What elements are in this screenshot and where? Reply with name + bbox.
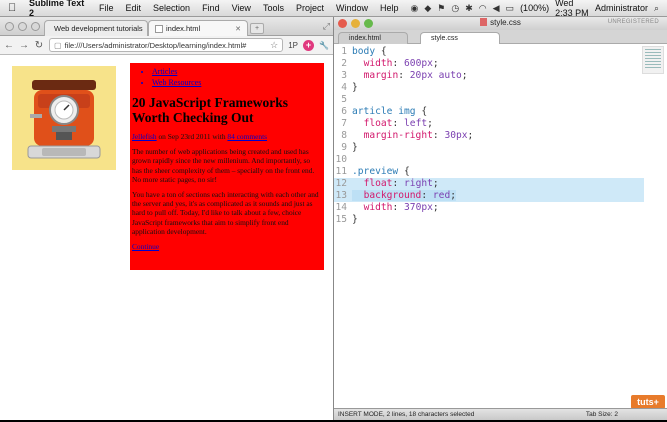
menu-file[interactable]: File <box>99 3 114 13</box>
time-machine-icon[interactable]: ◷ <box>451 3 459 14</box>
browser-window: Web development tutorials ✕ index.html ✕… <box>0 17 333 420</box>
status-bar: INSERT MODE, 2 lines, 18 characters sele… <box>334 408 667 420</box>
bluetooth-icon[interactable]: ✱ <box>465 3 473 14</box>
espresso-machine-image <box>12 66 116 170</box>
author-link[interactable]: Jellefish <box>132 132 157 141</box>
code-line[interactable]: 5 <box>334 94 644 106</box>
reload-icon[interactable]: ↻ <box>34 40 44 51</box>
tab-close-icon[interactable]: ✕ <box>231 25 241 33</box>
espresso-machine-icon <box>27 80 101 159</box>
menu-tools[interactable]: Tools <box>263 3 284 13</box>
nav-list: Articles Web Resources <box>152 66 324 88</box>
spotlight-icon[interactable]: ⌕ <box>654 3 659 14</box>
browser-tab-bar: Web development tutorials ✕ index.html ✕… <box>0 17 333 36</box>
page-viewport: Articles Web Resources 20 JavaScript Fra… <box>0 56 333 420</box>
editor-tab-bar: index.html style.css <box>334 30 667 44</box>
code-line[interactable]: 4} <box>334 82 644 94</box>
more-paragraph: Continue <box>132 242 321 251</box>
menu-selection[interactable]: Selection <box>153 3 190 13</box>
unregistered-label: UNREGISTERED <box>607 19 659 25</box>
window-controls <box>5 22 40 31</box>
close-window-icon[interactable] <box>5 22 14 31</box>
apple-icon[interactable]:  <box>8 2 21 14</box>
flag-icon[interactable]: ⚑ <box>437 3 445 14</box>
code-line[interactable]: 8 margin-right: 30px; <box>334 130 644 142</box>
back-icon[interactable]: ← <box>4 40 14 51</box>
nav-link-web-resources[interactable]: Web Resources <box>152 77 324 88</box>
browser-tab-index[interactable]: index.html ✕ <box>148 20 248 36</box>
page-icon: ▢ <box>54 40 62 50</box>
byline-text: on Sep 23rd 2011 with <box>156 132 228 141</box>
wrench-icon[interactable]: 🔧 <box>319 41 329 50</box>
browser-tab-tutorials[interactable]: Web development tutorials ✕ <box>44 20 148 36</box>
code-line[interactable]: 10 <box>334 154 644 166</box>
battery-percent: (100%) <box>520 3 550 13</box>
code-line[interactable]: 15} <box>334 214 644 226</box>
battery-icon[interactable]: ▭ <box>506 3 515 14</box>
menu-window[interactable]: Window <box>336 3 368 13</box>
status-text: INSERT MODE, 2 lines, 18 characters sele… <box>338 411 475 418</box>
article-heading: 20 JavaScript Frameworks Worth Checking … <box>132 95 288 125</box>
extension-plus-icon[interactable]: + <box>303 39 315 51</box>
code-line[interactable]: 11 .preview { <box>334 166 644 178</box>
menu-edit[interactable]: Edit <box>126 3 142 13</box>
code-editor[interactable]: 1 body { 2 width: 600px; 3 margin: 20px a… <box>334 44 667 408</box>
user-menu[interactable]: Administrator <box>595 3 648 13</box>
article-paragraph-1: The number of web applications being cre… <box>132 147 315 184</box>
menu-project[interactable]: Project <box>296 3 324 13</box>
tab-label: index.html <box>166 24 201 33</box>
tab-size-selector[interactable]: Tab Size: 2 <box>586 411 618 418</box>
forward-icon[interactable]: → <box>19 40 29 51</box>
menu-help[interactable]: Help <box>380 3 399 13</box>
minimize-window-icon[interactable] <box>18 22 27 31</box>
code-line[interactable]: 6 article img { <box>334 106 644 118</box>
editor-tab-style[interactable]: style.css <box>420 32 500 44</box>
browser-toolbar: ← → ↻ ▢ file:///Users/administrator/Desk… <box>0 36 333 55</box>
css-file-icon <box>480 18 488 26</box>
article-preview: Articles Web Resources 20 JavaScript Fra… <box>130 63 324 270</box>
minimap[interactable] <box>642 46 664 74</box>
article-paragraph-2: You have a ton of sections each interact… <box>132 190 319 236</box>
editor-tab-index[interactable]: index.html <box>338 32 408 44</box>
menubar:  Sublime Text 2 File Edit Selection Fin… <box>0 0 667 18</box>
window-title-text: style.css <box>490 18 521 27</box>
tuts-plus-logo: tuts+ <box>631 395 665 409</box>
menu-view[interactable]: View <box>232 3 251 13</box>
article-byline: Jellefish on Sep 23rd 2011 with 84 comme… <box>132 132 321 141</box>
address-bar[interactable]: ▢ file:///Users/administrator/Desktop/le… <box>49 38 284 52</box>
bookmark-star-icon[interactable]: ☆ <box>270 40 278 51</box>
code-line-selected[interactable]: 12 float: right; <box>334 178 644 190</box>
code-line[interactable]: 1 body { <box>334 46 644 58</box>
continue-link[interactable]: Continue <box>132 242 159 251</box>
new-tab-button[interactable]: + <box>250 23 264 34</box>
zoom-window-icon[interactable] <box>31 22 40 31</box>
dropbox-icon[interactable]: ◆ <box>424 3 431 14</box>
menu-find[interactable]: Find <box>202 3 220 13</box>
code-line[interactable]: 9} <box>334 142 644 154</box>
code-line[interactable]: 7 float: left; <box>334 118 644 130</box>
app-name-menu[interactable]: Sublime Text 2 <box>29 0 87 18</box>
page-icon <box>155 24 163 33</box>
status-tray: ◉ ◆ ⚑ ◷ ✱ ◠ ◀ ▭ (100%) Wed 2:33 PM Admin… <box>411 0 660 18</box>
url-text: file:///Users/administrator/Desktop/lear… <box>64 40 247 50</box>
clock[interactable]: Wed 2:33 PM <box>555 0 589 18</box>
code-line[interactable]: 2 width: 600px; <box>334 58 644 70</box>
onepassword-button[interactable]: 1P <box>288 41 298 50</box>
eye-icon[interactable]: ◉ <box>411 3 419 14</box>
wifi-icon[interactable]: ◠ <box>479 3 487 14</box>
code-line[interactable]: 14 width: 370px; <box>334 202 644 214</box>
comments-link[interactable]: 84 comments <box>227 132 267 141</box>
sublime-titlebar: style.css UNREGISTERED <box>334 17 667 30</box>
volume-icon[interactable]: ◀ <box>493 3 500 14</box>
code-line-selected[interactable]: 13 background: red; <box>334 190 644 202</box>
nav-link-articles[interactable]: Articles <box>152 66 324 77</box>
fullscreen-icon[interactable]: ⤢ <box>323 21 330 32</box>
code-line[interactable]: 3 margin: 20px auto; <box>334 70 644 82</box>
sublime-window: style.css UNREGISTERED index.html style.… <box>333 17 667 420</box>
tab-label: Web development tutorials <box>54 24 143 33</box>
